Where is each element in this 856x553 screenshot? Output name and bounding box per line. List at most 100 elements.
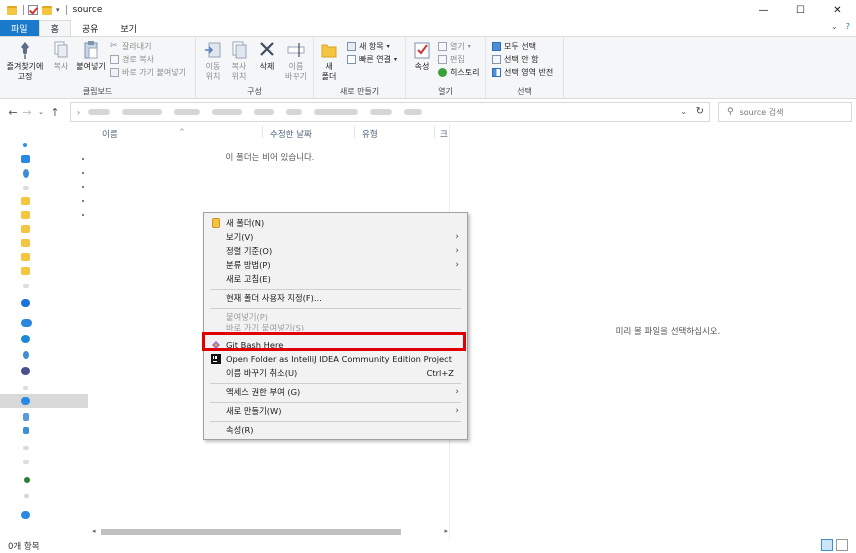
column-size[interactable]: 크 — [440, 128, 448, 140]
nav-item[interactable] — [0, 278, 92, 292]
menu-item-properties[interactable]: 속성(R) — [204, 423, 467, 437]
column-divider[interactable] — [434, 126, 435, 138]
collapse-ribbon-icon[interactable]: ⌄ — [831, 22, 838, 31]
nav-item[interactable] — [0, 474, 92, 488]
nav-item[interactable] — [0, 236, 92, 250]
tab-home[interactable]: 홈 — [38, 20, 71, 36]
minimize-button[interactable]: — — [745, 0, 782, 20]
menu-item-refresh[interactable]: 새로 고침(E) — [204, 272, 467, 286]
nav-item[interactable] — [0, 454, 92, 468]
paste-button[interactable]: 붙여넣기 — [74, 40, 108, 72]
new-item-button[interactable]: 새 항목 ▾ — [347, 41, 390, 52]
new-folder-button[interactable]: 새 폴더 — [318, 40, 340, 82]
refresh-icon[interactable]: ↻ — [696, 106, 704, 117]
nav-item[interactable] — [0, 508, 92, 522]
invert-selection-button[interactable]: 선택 영역 반전 — [492, 67, 553, 78]
history-button[interactable]: 히스토리 — [438, 67, 479, 78]
search-box[interactable]: ⚲ source 검색 — [718, 102, 852, 122]
column-name[interactable]: 이름 — [102, 128, 118, 140]
up-button[interactable]: ↑ — [48, 106, 62, 119]
menu-item-new-folder[interactable]: 새 폴더(N) — [204, 216, 467, 230]
column-date[interactable]: 수정한 날짜 — [270, 128, 312, 140]
breadcrumb-blurred[interactable] — [174, 109, 201, 115]
cut-button[interactable]: ✂ 잘라내기 — [110, 41, 151, 52]
nav-item[interactable] — [0, 180, 92, 194]
nav-item[interactable] — [0, 194, 92, 208]
nav-item[interactable] — [0, 364, 92, 378]
open-button[interactable]: 열기 ▾ — [438, 41, 471, 52]
help-icon[interactable]: ? — [846, 22, 850, 31]
breadcrumb-blurred[interactable] — [212, 109, 243, 115]
copy-path-button[interactable]: 경로 복사 — [110, 54, 154, 65]
close-button[interactable]: ✕ — [819, 0, 856, 20]
nav-item[interactable] — [0, 316, 92, 330]
nav-item[interactable] — [0, 264, 92, 278]
column-divider[interactable] — [262, 126, 263, 138]
easy-access-button[interactable]: 빠른 연결 ▾ — [347, 54, 397, 65]
large-icons-view-icon[interactable] — [836, 539, 848, 551]
nav-item[interactable] — [0, 152, 92, 166]
copy-button[interactable]: 복사 — [48, 40, 74, 72]
customize-toolbar-icon[interactable]: ▾ — [56, 6, 60, 14]
menu-item-paste[interactable]: 붙여넣기(P) — [204, 310, 467, 324]
paste-shortcut-button[interactable]: 바로 가기 붙여넣기 — [110, 67, 186, 78]
tab-share[interactable]: 공유 — [71, 20, 110, 36]
breadcrumb-blurred[interactable] — [314, 109, 359, 115]
nav-item[interactable] — [0, 332, 92, 346]
pin-quick-access-button[interactable]: 즐겨찾기에 고정 — [5, 40, 45, 82]
menu-item-customize-folder[interactable]: 현재 폴더 사용자 지정(F)... — [204, 291, 467, 305]
menu-item-paste-shortcut[interactable]: 바로 가기 붙여넣기(S) — [204, 323, 467, 331]
nav-item[interactable] — [0, 348, 92, 362]
scroll-left-icon[interactable]: ◂ — [92, 527, 96, 535]
address-bar[interactable]: › ⌄ ↻ — [70, 102, 710, 122]
properties-icon[interactable] — [28, 5, 38, 15]
horizontal-scrollbar[interactable]: ◂ ▸ — [92, 527, 448, 537]
nav-item-selected[interactable] — [0, 394, 88, 408]
breadcrumb-blurred[interactable] — [286, 109, 303, 115]
menu-item-new[interactable]: 새로 만들기(W) › — [204, 404, 467, 418]
select-all-button[interactable]: 모두 선택 — [492, 41, 536, 52]
forward-button[interactable]: → — [20, 106, 34, 119]
select-none-button[interactable]: 선택 안 함 — [492, 54, 539, 65]
nav-item[interactable] — [0, 250, 92, 264]
nav-item[interactable] — [0, 488, 92, 502]
scrollbar-thumb[interactable] — [101, 529, 401, 535]
tab-file[interactable]: 파일 — [0, 20, 39, 36]
scroll-right-icon[interactable]: ▸ — [444, 527, 448, 535]
address-dropdown-icon[interactable]: ⌄ — [680, 107, 687, 116]
move-to-button[interactable]: 이동 위치 — [200, 40, 226, 82]
column-type[interactable]: 유형 — [362, 128, 378, 140]
nav-item[interactable] — [0, 222, 92, 236]
new-folder-icon[interactable] — [42, 5, 52, 15]
details-view-icon[interactable] — [821, 539, 833, 551]
nav-item[interactable] — [0, 410, 92, 424]
copy-to-button[interactable]: 복사 위치 — [226, 40, 252, 82]
menu-item-view[interactable]: 보기(V) › — [204, 230, 467, 244]
breadcrumb-blurred[interactable] — [254, 109, 275, 115]
menu-item-undo-rename[interactable]: 이름 바꾸기 취소(U) Ctrl+Z — [204, 366, 467, 380]
menu-item-sort-by[interactable]: 정렬 기준(O) › — [204, 244, 467, 258]
nav-item[interactable] — [0, 424, 92, 438]
nav-item[interactable] — [0, 440, 92, 454]
nav-item[interactable] — [0, 296, 92, 310]
recent-locations-button[interactable]: ⌄ — [34, 108, 48, 116]
breadcrumb-blurred[interactable] — [370, 109, 393, 115]
nav-item[interactable] — [0, 208, 92, 222]
delete-button[interactable]: 삭제 — [256, 40, 278, 72]
rename-button[interactable]: 이름 바꾸기 — [282, 40, 310, 82]
column-divider[interactable] — [354, 126, 355, 138]
breadcrumb-blurred[interactable] — [88, 109, 111, 115]
breadcrumb-blurred[interactable] — [404, 109, 423, 115]
nav-item[interactable] — [0, 138, 92, 152]
edit-button[interactable]: 편집 — [438, 54, 465, 65]
breadcrumb-blurred[interactable] — [122, 109, 163, 115]
nav-item[interactable] — [0, 380, 92, 394]
menu-item-open-intellij[interactable]: Open Folder as IntelliJ IDEA Community E… — [204, 352, 467, 366]
nav-item[interactable] — [0, 166, 92, 180]
menu-item-give-access[interactable]: 액세스 권한 부여 (G) › — [204, 385, 467, 399]
menu-item-group-by[interactable]: 분류 방법(P) › — [204, 258, 467, 272]
properties-button[interactable]: 속성 — [410, 40, 434, 72]
back-button[interactable]: ← — [6, 106, 20, 119]
maximize-button[interactable]: ☐ — [782, 0, 819, 20]
tab-view[interactable]: 보기 — [109, 20, 148, 36]
